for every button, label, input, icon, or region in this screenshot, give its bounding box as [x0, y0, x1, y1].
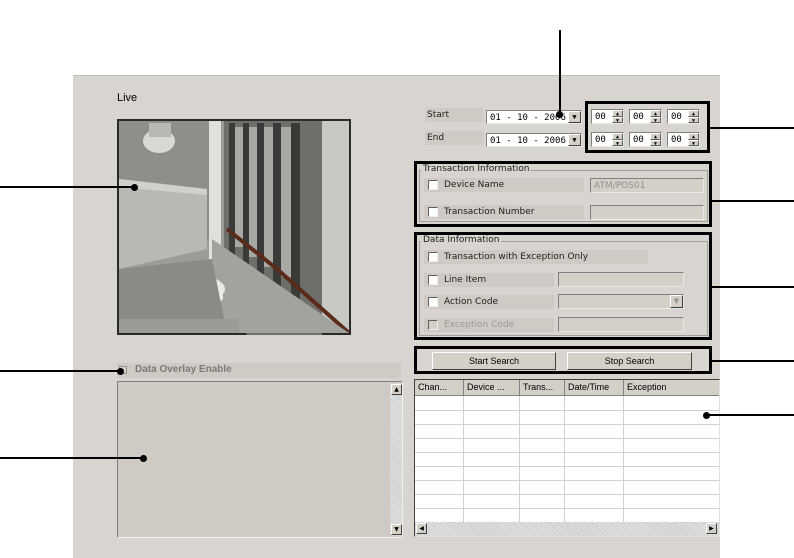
callout-line	[706, 414, 794, 416]
callout-line	[0, 370, 120, 372]
scroll-left-icon[interactable]: ◀	[416, 523, 427, 534]
start-second-field[interactable]: 00 ▲ ▼	[667, 109, 700, 124]
scroll-up-icon[interactable]: ▲	[391, 384, 402, 395]
spin-down-icon[interactable]: ▼	[650, 116, 661, 123]
grid-line	[415, 494, 719, 495]
line-item-label: Line Item	[444, 275, 487, 285]
start-date-value: 01 - 10 - 2006	[490, 113, 566, 123]
spin-control[interactable]: ▲ ▼	[650, 110, 661, 123]
transaction-number-field[interactable]	[590, 205, 704, 220]
spin-control[interactable]: ▲ ▼	[688, 133, 699, 146]
line-item-field[interactable]	[558, 272, 684, 287]
spin-control[interactable]: ▲ ▼	[650, 133, 661, 146]
table-horizontal-scrollbar[interactable]	[415, 522, 719, 536]
dropdown-arrow-icon[interactable]: ▼	[670, 295, 683, 308]
start-minute-value: 00	[633, 112, 644, 122]
callout-line	[710, 127, 794, 129]
grid-line	[623, 396, 624, 522]
start-date-field[interactable]: 01 - 10 - 2006 ▼	[486, 110, 582, 124]
grid-line	[463, 396, 464, 522]
data-info-group-title: Data Information	[421, 235, 502, 245]
column-header-device[interactable]: Device ...	[464, 380, 520, 396]
end-minute-field[interactable]: 00 ▲ ▼	[629, 132, 662, 147]
spin-down-icon[interactable]: ▼	[688, 116, 699, 123]
stop-search-button[interactable]: Stop Search	[567, 352, 692, 370]
spin-down-icon[interactable]: ▼	[612, 139, 623, 146]
transaction-group-title: Transaction Information	[421, 164, 532, 174]
end-hour-value: 00	[595, 135, 606, 145]
exception-code-checkbox[interactable]	[428, 320, 438, 330]
callout-line	[712, 286, 794, 288]
grid-line	[564, 396, 565, 522]
end-hour-field[interactable]: 00 ▲ ▼	[591, 132, 624, 147]
device-name-label: Device Name	[444, 180, 505, 190]
overlay-text-area[interactable]	[117, 381, 403, 538]
end-second-field[interactable]: 00 ▲ ▼	[667, 132, 700, 147]
grid-line	[415, 424, 719, 425]
overlay-scrollbar[interactable]	[390, 383, 402, 536]
grid-line	[415, 508, 719, 509]
end-minute-value: 00	[633, 135, 644, 145]
spin-down-icon[interactable]: ▼	[688, 139, 699, 146]
grid-line	[415, 438, 719, 439]
device-name-value: ATM/POS01	[594, 181, 646, 191]
dropdown-arrow-icon[interactable]: ▼	[568, 111, 581, 123]
start-label: Start	[427, 110, 449, 120]
end-date-field[interactable]: 01 - 10 - 2006 ▼	[486, 133, 582, 147]
start-hour-value: 00	[595, 112, 606, 122]
callout-line	[0, 186, 134, 188]
results-table[interactable]: Chan... Device ... Trans... Date/Time Ex…	[414, 379, 720, 537]
grid-line	[415, 466, 719, 467]
callout-line	[712, 360, 794, 362]
live-title: Live	[117, 92, 138, 104]
overlay-label: Data Overlay Enable	[135, 364, 232, 375]
end-label: End	[427, 133, 445, 143]
spin-down-icon[interactable]: ▼	[612, 116, 623, 123]
column-header-date-time[interactable]: Date/Time	[565, 380, 624, 396]
device-name-field[interactable]: ATM/POS01	[590, 178, 704, 193]
grid-line	[415, 452, 719, 453]
start-search-button[interactable]: Start Search	[432, 352, 556, 370]
end-date-value: 01 - 10 - 2006	[490, 136, 566, 146]
grid-line	[415, 410, 719, 411]
device-name-checkbox[interactable]	[428, 180, 438, 190]
action-code-checkbox[interactable]	[428, 297, 438, 307]
start-minute-field[interactable]: 00 ▲ ▼	[629, 109, 662, 124]
callout-line	[712, 200, 794, 202]
live-video-feed	[117, 119, 351, 335]
grid-line	[519, 396, 520, 522]
scroll-down-icon[interactable]: ▼	[391, 524, 402, 535]
callout-dot	[703, 412, 710, 419]
exception-code-field[interactable]	[558, 317, 684, 332]
exception-code-label: Exception Code	[444, 320, 515, 330]
spin-control[interactable]: ▲ ▼	[612, 110, 623, 123]
callout-dot	[131, 184, 138, 191]
callout-line	[559, 30, 561, 112]
exception-only-label: Transaction with Exception Only	[444, 252, 589, 262]
start-hour-field[interactable]: 00 ▲ ▼	[591, 109, 624, 124]
callout-line	[0, 457, 144, 459]
scroll-right-icon[interactable]: ▶	[706, 523, 717, 534]
spin-control[interactable]: ▲ ▼	[688, 110, 699, 123]
grid-line	[415, 480, 719, 481]
start-second-value: 00	[671, 112, 682, 122]
spin-control[interactable]: ▲ ▼	[612, 133, 623, 146]
action-code-select[interactable]: ▼	[558, 294, 684, 309]
transaction-number-checkbox[interactable]	[428, 207, 438, 217]
action-code-label: Action Code	[444, 297, 499, 307]
column-header-exception[interactable]: Exception	[624, 380, 719, 396]
callout-dot	[556, 111, 563, 118]
transaction-number-label: Transaction Number	[444, 207, 535, 217]
exception-only-checkbox[interactable]	[428, 252, 438, 262]
column-header-transaction[interactable]: Trans...	[520, 380, 565, 396]
dropdown-arrow-icon[interactable]: ▼	[568, 134, 581, 146]
callout-dot	[117, 368, 124, 375]
callout-dot	[140, 455, 147, 462]
spin-down-icon[interactable]: ▼	[650, 139, 661, 146]
end-second-value: 00	[671, 135, 682, 145]
column-header-channel[interactable]: Chan...	[415, 380, 464, 396]
line-item-checkbox[interactable]	[428, 275, 438, 285]
